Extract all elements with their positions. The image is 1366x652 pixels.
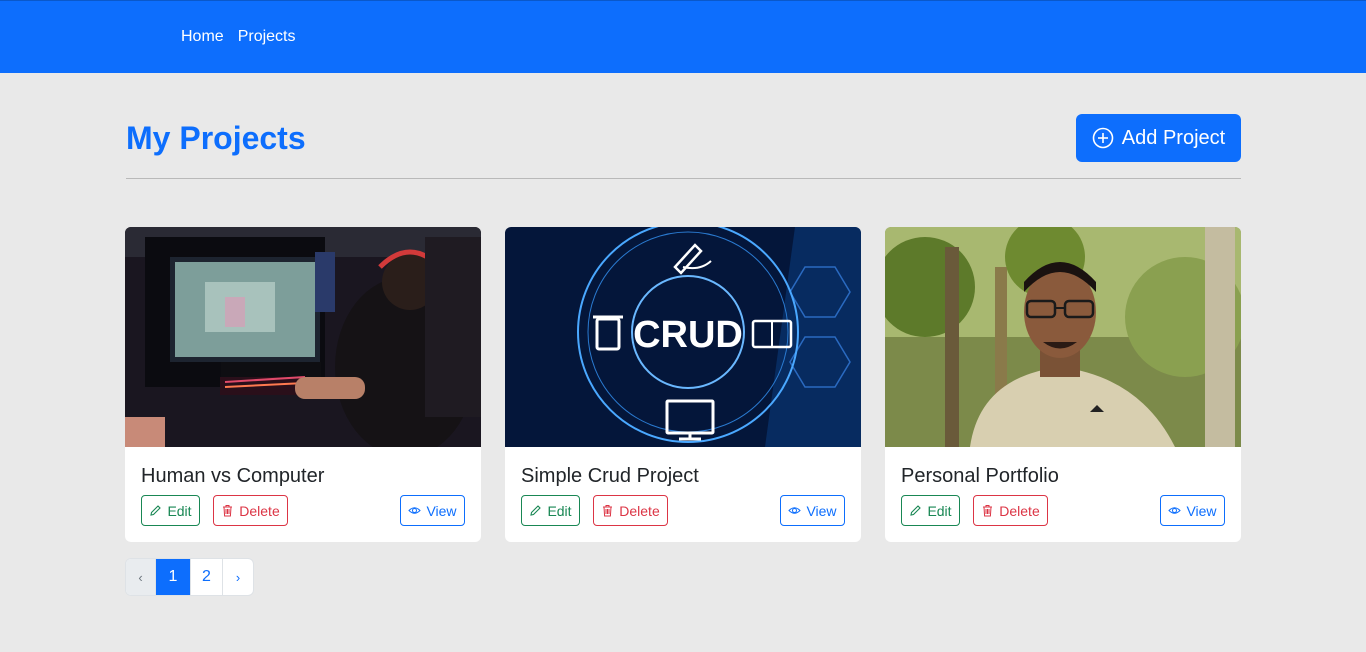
trash-icon: [603, 505, 613, 517]
card-title: Personal Portfolio: [901, 465, 1059, 487]
edit-label: Edit: [547, 502, 572, 519]
pagination-next[interactable]: ›: [223, 559, 253, 595]
delete-button[interactable]: Delete: [973, 495, 1048, 526]
pencil-icon: [150, 505, 162, 516]
pencil-icon: [910, 505, 922, 516]
edit-button[interactable]: Edit: [141, 495, 200, 526]
top-navbar: Home Projects: [0, 0, 1366, 73]
view-label: View: [806, 502, 837, 519]
delete-button[interactable]: Delete: [213, 495, 288, 526]
add-project-label: Add Project: [1121, 126, 1226, 149]
header-divider: [126, 178, 1241, 179]
add-project-button[interactable]: Add Project: [1076, 114, 1241, 162]
delete-label: Delete: [239, 502, 280, 519]
card-title: Human vs Computer: [141, 465, 325, 487]
eye-icon: [408, 507, 422, 514]
view-button[interactable]: View: [780, 495, 845, 526]
edit-label: Edit: [927, 502, 952, 519]
eye-icon: [1168, 507, 1182, 514]
nav-projects-link[interactable]: Projects: [238, 28, 296, 46]
delete-label: Delete: [999, 502, 1040, 519]
edit-button[interactable]: Edit: [521, 495, 580, 526]
page-title: My Projects: [126, 120, 306, 156]
project-image-crud[interactable]: CRUD: [505, 227, 861, 447]
pagination-prev[interactable]: ‹: [126, 559, 156, 595]
pagination-page-1[interactable]: 1: [156, 559, 191, 595]
plus-circle-icon: [1092, 127, 1114, 149]
pagination-page-2[interactable]: 2: [191, 559, 223, 595]
eye-icon: [788, 507, 802, 514]
card-title: Simple Crud Project: [521, 465, 699, 487]
crud-image-text: CRUD: [633, 314, 743, 356]
delete-button[interactable]: Delete: [593, 495, 668, 526]
edit-label: Edit: [167, 502, 192, 519]
delete-label: Delete: [619, 502, 660, 519]
pencil-icon: [530, 505, 542, 516]
project-card: CRUD Simple Crud Project Edit Delete Vie…: [505, 227, 861, 542]
project-card: Personal Portfolio Edit Delete View: [885, 227, 1241, 542]
pagination: ‹ 1 2 ›: [125, 558, 254, 596]
view-label: View: [426, 502, 457, 519]
trash-icon: [223, 505, 233, 517]
edit-button[interactable]: Edit: [901, 495, 960, 526]
project-image-portrait[interactable]: [885, 227, 1241, 447]
trash-icon: [983, 505, 993, 517]
nav-home-link[interactable]: Home: [181, 28, 224, 46]
project-image-gaming[interactable]: [125, 227, 481, 447]
view-button[interactable]: View: [1160, 495, 1225, 526]
view-label: View: [1186, 502, 1217, 519]
project-card: Human vs Computer Edit Delete View: [125, 227, 481, 542]
view-button[interactable]: View: [400, 495, 465, 526]
